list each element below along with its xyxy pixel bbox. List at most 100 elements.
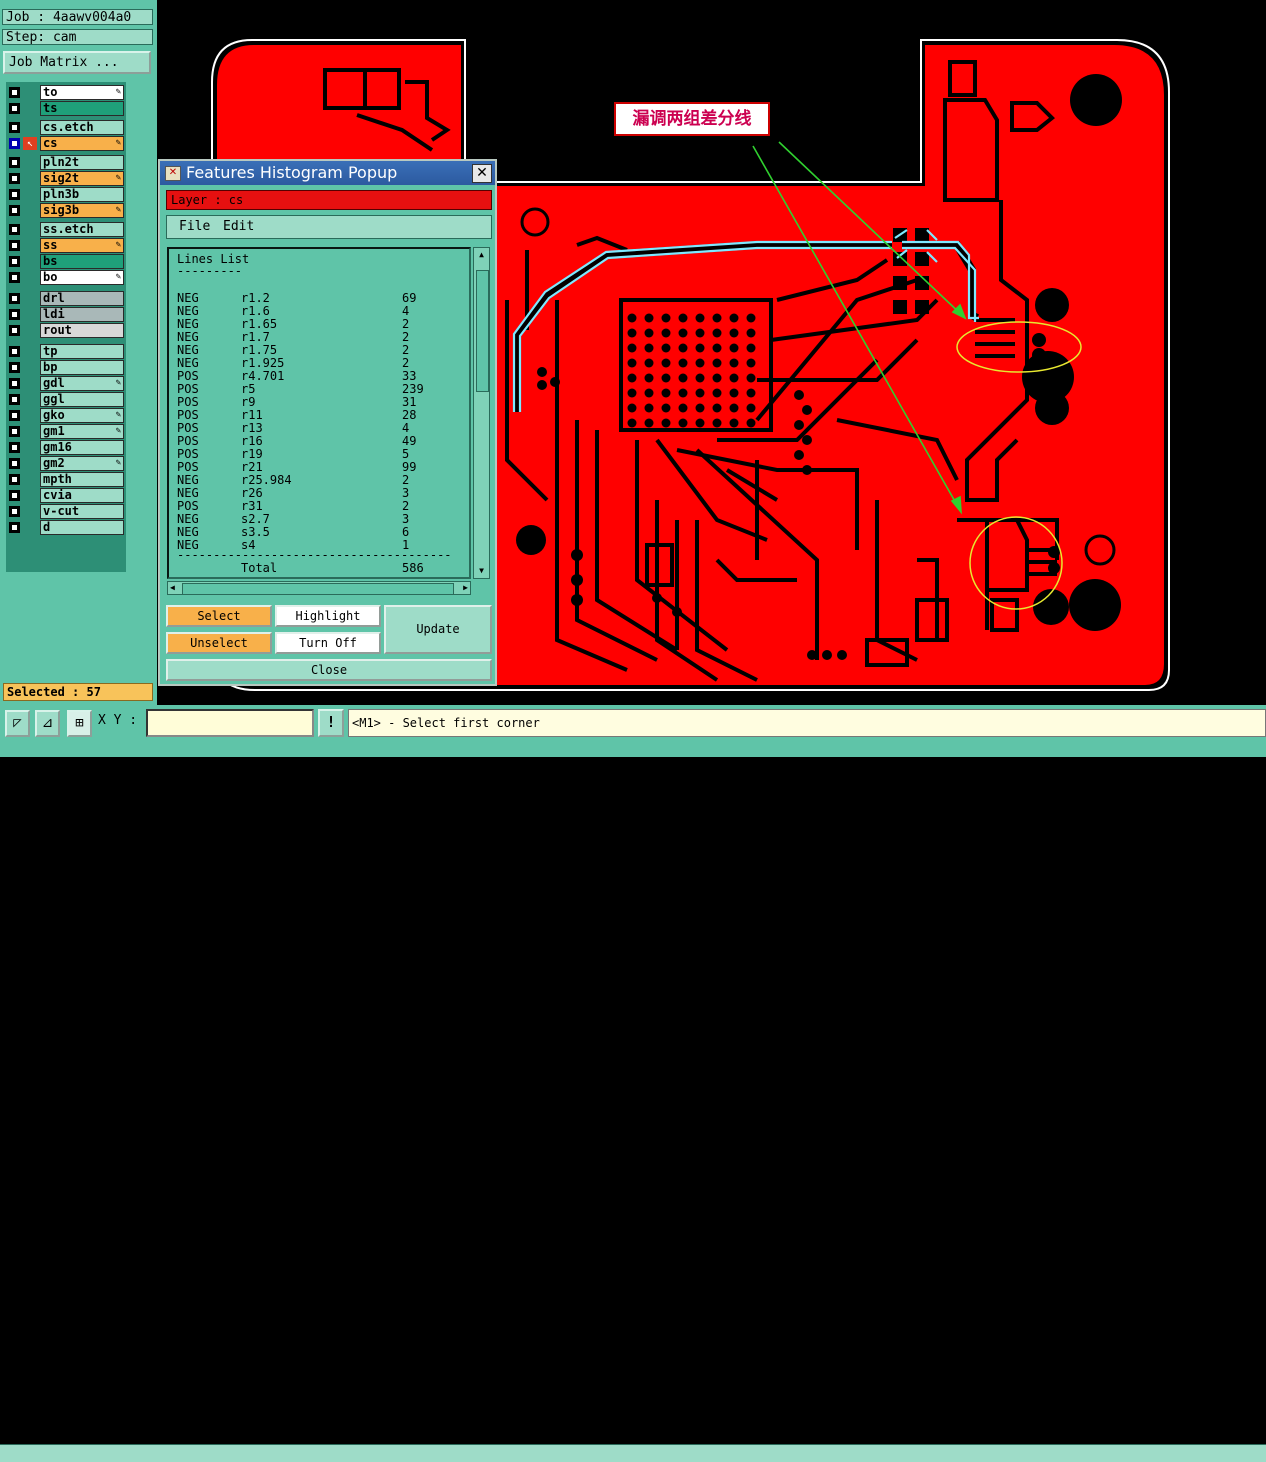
close-icon[interactable]: ✕ bbox=[472, 164, 492, 183]
scroll-right-icon[interactable]: ▶ bbox=[463, 582, 468, 594]
layer-checkbox[interactable] bbox=[9, 490, 20, 501]
hscroll-thumb[interactable] bbox=[182, 583, 454, 595]
layer-row-ts[interactable]: ts bbox=[6, 101, 126, 116]
turn-off-button[interactable]: Turn Off bbox=[275, 632, 381, 654]
layer-row-gm2[interactable]: gm2 ✎ bbox=[6, 456, 126, 471]
layer-checkbox[interactable] bbox=[9, 87, 20, 98]
layer-checkbox[interactable] bbox=[9, 173, 20, 184]
scroll-up-icon[interactable]: ▲ bbox=[476, 250, 487, 260]
layer-name[interactable]: sig3b ✎ bbox=[40, 203, 124, 218]
layer-row-cs[interactable]: ↖ cs ✎ bbox=[6, 136, 126, 151]
layer-name[interactable]: pln2t bbox=[40, 155, 124, 170]
unselect-button[interactable]: Unselect bbox=[166, 632, 272, 654]
layer-checkbox[interactable] bbox=[9, 293, 20, 304]
layer-name[interactable]: tp bbox=[40, 344, 124, 359]
layer-row-mpth[interactable]: mpth bbox=[6, 472, 126, 487]
close-button[interactable]: Close bbox=[166, 659, 492, 681]
layer-row-gdl[interactable]: gdl ✎ bbox=[6, 376, 126, 391]
layer-row-bo[interactable]: bo ✎ bbox=[6, 270, 126, 285]
menu-file[interactable]: File bbox=[179, 216, 210, 238]
layer-checkbox[interactable] bbox=[9, 205, 20, 216]
layer-name[interactable]: gm1 ✎ bbox=[40, 424, 124, 439]
layer-row-bs[interactable]: bs bbox=[6, 254, 126, 269]
layer-checkbox[interactable] bbox=[9, 122, 20, 133]
layer-name[interactable]: cs.etch bbox=[40, 120, 124, 135]
layer-name[interactable]: ss ✎ bbox=[40, 238, 124, 253]
layer-checkbox[interactable] bbox=[9, 378, 20, 389]
layer-name[interactable]: pln3b bbox=[40, 187, 124, 202]
layer-checkbox[interactable] bbox=[9, 224, 20, 235]
layer-checkbox[interactable] bbox=[9, 309, 20, 320]
layer-checkbox[interactable] bbox=[9, 189, 20, 200]
layer-name[interactable]: gm16 bbox=[40, 440, 124, 455]
layer-checkbox[interactable] bbox=[9, 522, 20, 533]
layer-name[interactable]: gm2 ✎ bbox=[40, 456, 124, 471]
update-button[interactable]: Update bbox=[384, 605, 492, 654]
layer-checkbox[interactable] bbox=[9, 157, 20, 168]
layer-checkbox[interactable] bbox=[9, 138, 20, 149]
layer-row-drl[interactable]: drl bbox=[6, 291, 126, 306]
layer-row-pln3b[interactable]: pln3b bbox=[6, 187, 126, 202]
layer-row-bp[interactable]: bp bbox=[6, 360, 126, 375]
select-button[interactable]: Select bbox=[166, 605, 272, 627]
layer-name[interactable]: mpth bbox=[40, 472, 124, 487]
layer-checkbox[interactable] bbox=[9, 103, 20, 114]
xy-input[interactable] bbox=[146, 709, 314, 737]
zoom-window-icon[interactable]: ◸ bbox=[5, 710, 30, 737]
layer-name[interactable]: bo ✎ bbox=[40, 270, 124, 285]
layer-checkbox[interactable] bbox=[9, 256, 20, 267]
layer-checkbox[interactable] bbox=[9, 346, 20, 357]
layer-name[interactable]: cvia bbox=[40, 488, 124, 503]
measure-icon[interactable]: ⊿ bbox=[35, 710, 60, 737]
layer-name[interactable]: d bbox=[40, 520, 124, 535]
layer-row-ldi[interactable]: ldi bbox=[6, 307, 126, 322]
alert-icon[interactable]: ! bbox=[318, 709, 344, 737]
layer-row-gm16[interactable]: gm16 bbox=[6, 440, 126, 455]
layer-name[interactable]: ts bbox=[40, 101, 124, 116]
vertical-scrollbar[interactable]: ▲ ▼ bbox=[473, 247, 490, 579]
layer-row-ss.etch[interactable]: ss.etch bbox=[6, 222, 126, 237]
layer-checkbox[interactable] bbox=[9, 410, 20, 421]
layer-name[interactable]: bp bbox=[40, 360, 124, 375]
scroll-thumb[interactable] bbox=[476, 270, 489, 392]
layer-checkbox[interactable] bbox=[9, 426, 20, 437]
layer-name[interactable]: ss.etch bbox=[40, 222, 124, 237]
layer-name[interactable]: sig2t ✎ bbox=[40, 171, 124, 186]
layer-row-v-cut[interactable]: v-cut bbox=[6, 504, 126, 519]
layer-name[interactable]: gdl ✎ bbox=[40, 376, 124, 391]
layer-checkbox[interactable] bbox=[9, 474, 20, 485]
layer-row-cs.etch[interactable]: cs.etch bbox=[6, 120, 126, 135]
layer-name[interactable]: v-cut bbox=[40, 504, 124, 519]
layer-row-cvia[interactable]: cvia bbox=[6, 488, 126, 503]
layer-row-gko[interactable]: gko ✎ bbox=[6, 408, 126, 423]
layer-name[interactable]: to ✎ bbox=[40, 85, 124, 100]
layer-checkbox[interactable] bbox=[9, 506, 20, 517]
layer-name[interactable]: rout bbox=[40, 323, 124, 338]
layer-row-to[interactable]: to ✎ bbox=[6, 85, 126, 100]
grid-snap-icon[interactable]: ⊞ bbox=[67, 710, 92, 737]
layer-row-sig3b[interactable]: sig3b ✎ bbox=[6, 203, 126, 218]
layer-checkbox[interactable] bbox=[9, 240, 20, 251]
layer-name[interactable]: bs bbox=[40, 254, 124, 269]
layer-name[interactable]: drl bbox=[40, 291, 124, 306]
layer-row-gm1[interactable]: gm1 ✎ bbox=[6, 424, 126, 439]
layer-name[interactable]: ldi bbox=[40, 307, 124, 322]
layer-row-sig2t[interactable]: sig2t ✎ bbox=[6, 171, 126, 186]
layer-row-ss[interactable]: ss ✎ bbox=[6, 238, 126, 253]
horizontal-scrollbar[interactable]: ◀ ▶ bbox=[167, 581, 471, 595]
layer-checkbox[interactable] bbox=[9, 442, 20, 453]
scroll-down-icon[interactable]: ▼ bbox=[476, 566, 487, 576]
layer-name[interactable]: gko ✎ bbox=[40, 408, 124, 423]
layer-checkbox[interactable] bbox=[9, 325, 20, 336]
layer-row-tp[interactable]: tp bbox=[6, 344, 126, 359]
layer-checkbox[interactable] bbox=[9, 458, 20, 469]
layer-checkbox[interactable] bbox=[9, 394, 20, 405]
layer-row-ggl[interactable]: ggl bbox=[6, 392, 126, 407]
layer-row-d[interactable]: d bbox=[6, 520, 126, 535]
job-matrix-button[interactable]: Job Matrix ... bbox=[3, 51, 151, 74]
layer-checkbox[interactable] bbox=[9, 362, 20, 373]
layer-row-pln2t[interactable]: pln2t bbox=[6, 155, 126, 170]
scroll-left-icon[interactable]: ◀ bbox=[170, 582, 175, 594]
layer-checkbox[interactable] bbox=[9, 272, 20, 283]
layer-name[interactable]: cs ✎ bbox=[40, 136, 124, 151]
